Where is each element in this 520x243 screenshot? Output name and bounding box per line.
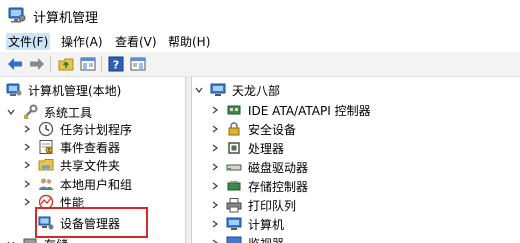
computer-management-icon — [6, 82, 22, 98]
toolbar-separator — [50, 56, 51, 72]
chevron-right-icon[interactable] — [22, 124, 32, 134]
tree-item-label: 本地用户和组 — [60, 177, 133, 192]
menu-file[interactable]: 文件(F) — [6, 33, 51, 50]
chevron-right-icon[interactable] — [210, 124, 220, 134]
window-title: 计算机管理 — [33, 11, 99, 26]
computer-icon — [226, 216, 242, 232]
security-device-icon — [226, 121, 242, 137]
device-category-monitors[interactable]: 监视器 — [210, 232, 284, 243]
tree-item-label: 共享文件夹 — [60, 158, 121, 173]
menu-help[interactable]: 帮助(H) — [166, 33, 212, 50]
chevron-down-icon[interactable] — [194, 85, 204, 95]
chevron-right-icon[interactable] — [210, 181, 220, 191]
chevron-right-icon[interactable] — [22, 197, 32, 207]
tree-item-label: 计算机管理(本地) — [28, 83, 122, 98]
chevron-right-icon[interactable] — [210, 219, 220, 229]
tree-item-label: 存储 — [44, 236, 68, 243]
tree-item-label: 事件查看器 — [60, 140, 121, 155]
printer-icon — [226, 197, 242, 213]
menu-bar: 文件(F) 操作(A) 查看(V) 帮助(H) — [0, 30, 520, 52]
toolbar-separator — [101, 56, 102, 72]
computer-icon — [210, 82, 226, 98]
tree-item-storage[interactable]: 存储 — [6, 233, 68, 243]
up-folder-icon[interactable] — [56, 55, 76, 73]
tree-item-computer-management-local[interactable]: 计算机管理(本地) — [6, 79, 121, 101]
monitor-icon — [226, 235, 242, 243]
toolbar: ? — [0, 52, 520, 77]
tree-item-label: 计算机 — [248, 217, 285, 232]
chevron-down-icon[interactable] — [6, 107, 16, 117]
disk-drive-icon — [226, 159, 242, 175]
show-hide-action-pane-icon[interactable] — [128, 55, 148, 73]
tree-item-label: 处理器 — [248, 141, 285, 156]
back-arrow-icon[interactable] — [5, 55, 25, 73]
storage-controller-icon — [226, 178, 242, 194]
chevron-right-icon[interactable] — [210, 162, 220, 172]
title-bar: 计算机管理 — [0, 0, 520, 30]
chevron-right-icon[interactable] — [22, 142, 32, 152]
chevron-right-icon[interactable] — [210, 105, 220, 115]
tree-item-label: 打印队列 — [248, 198, 297, 213]
users-icon — [38, 176, 54, 192]
computer-management-icon — [8, 7, 26, 23]
help-icon[interactable]: ? — [106, 55, 126, 73]
clock-icon — [38, 121, 54, 137]
menu-view[interactable]: 查看(V) — [113, 33, 159, 50]
chevron-right-icon[interactable] — [210, 143, 220, 153]
ide-controller-icon — [226, 102, 242, 118]
tree-item-label: 存储控制器 — [248, 179, 309, 194]
storage-icon — [22, 236, 38, 243]
chevron-right-icon[interactable] — [210, 200, 220, 210]
menu-action[interactable]: 操作(A) — [59, 33, 105, 50]
tree-item-label: 任务计划程序 — [60, 122, 133, 137]
show-hide-console-tree-icon[interactable] — [78, 55, 98, 73]
chevron-down-icon[interactable] — [6, 239, 16, 243]
event-viewer-icon: ! — [38, 139, 54, 155]
shared-folder-icon — [38, 157, 54, 173]
chevron-right-icon[interactable] — [210, 238, 220, 243]
tree-item-label: IDE ATA/ATAPI 控制器 — [248, 103, 371, 118]
svg-text:?: ? — [113, 59, 119, 72]
chevron-right-icon[interactable] — [22, 160, 32, 170]
tree-item-label: 安全设备 — [248, 122, 297, 137]
tree-item-label: 磁盘驱动器 — [248, 160, 309, 175]
forward-arrow-icon[interactable] — [27, 55, 47, 73]
pane-splitter[interactable] — [186, 77, 192, 243]
tree-item-label: 天龙八部 — [232, 83, 281, 98]
device-tree-root[interactable]: 天龙八部 — [194, 79, 280, 101]
processor-icon — [226, 140, 242, 156]
tree-item-label: 监视器 — [248, 235, 284, 243]
chevron-right-icon[interactable] — [22, 179, 32, 189]
